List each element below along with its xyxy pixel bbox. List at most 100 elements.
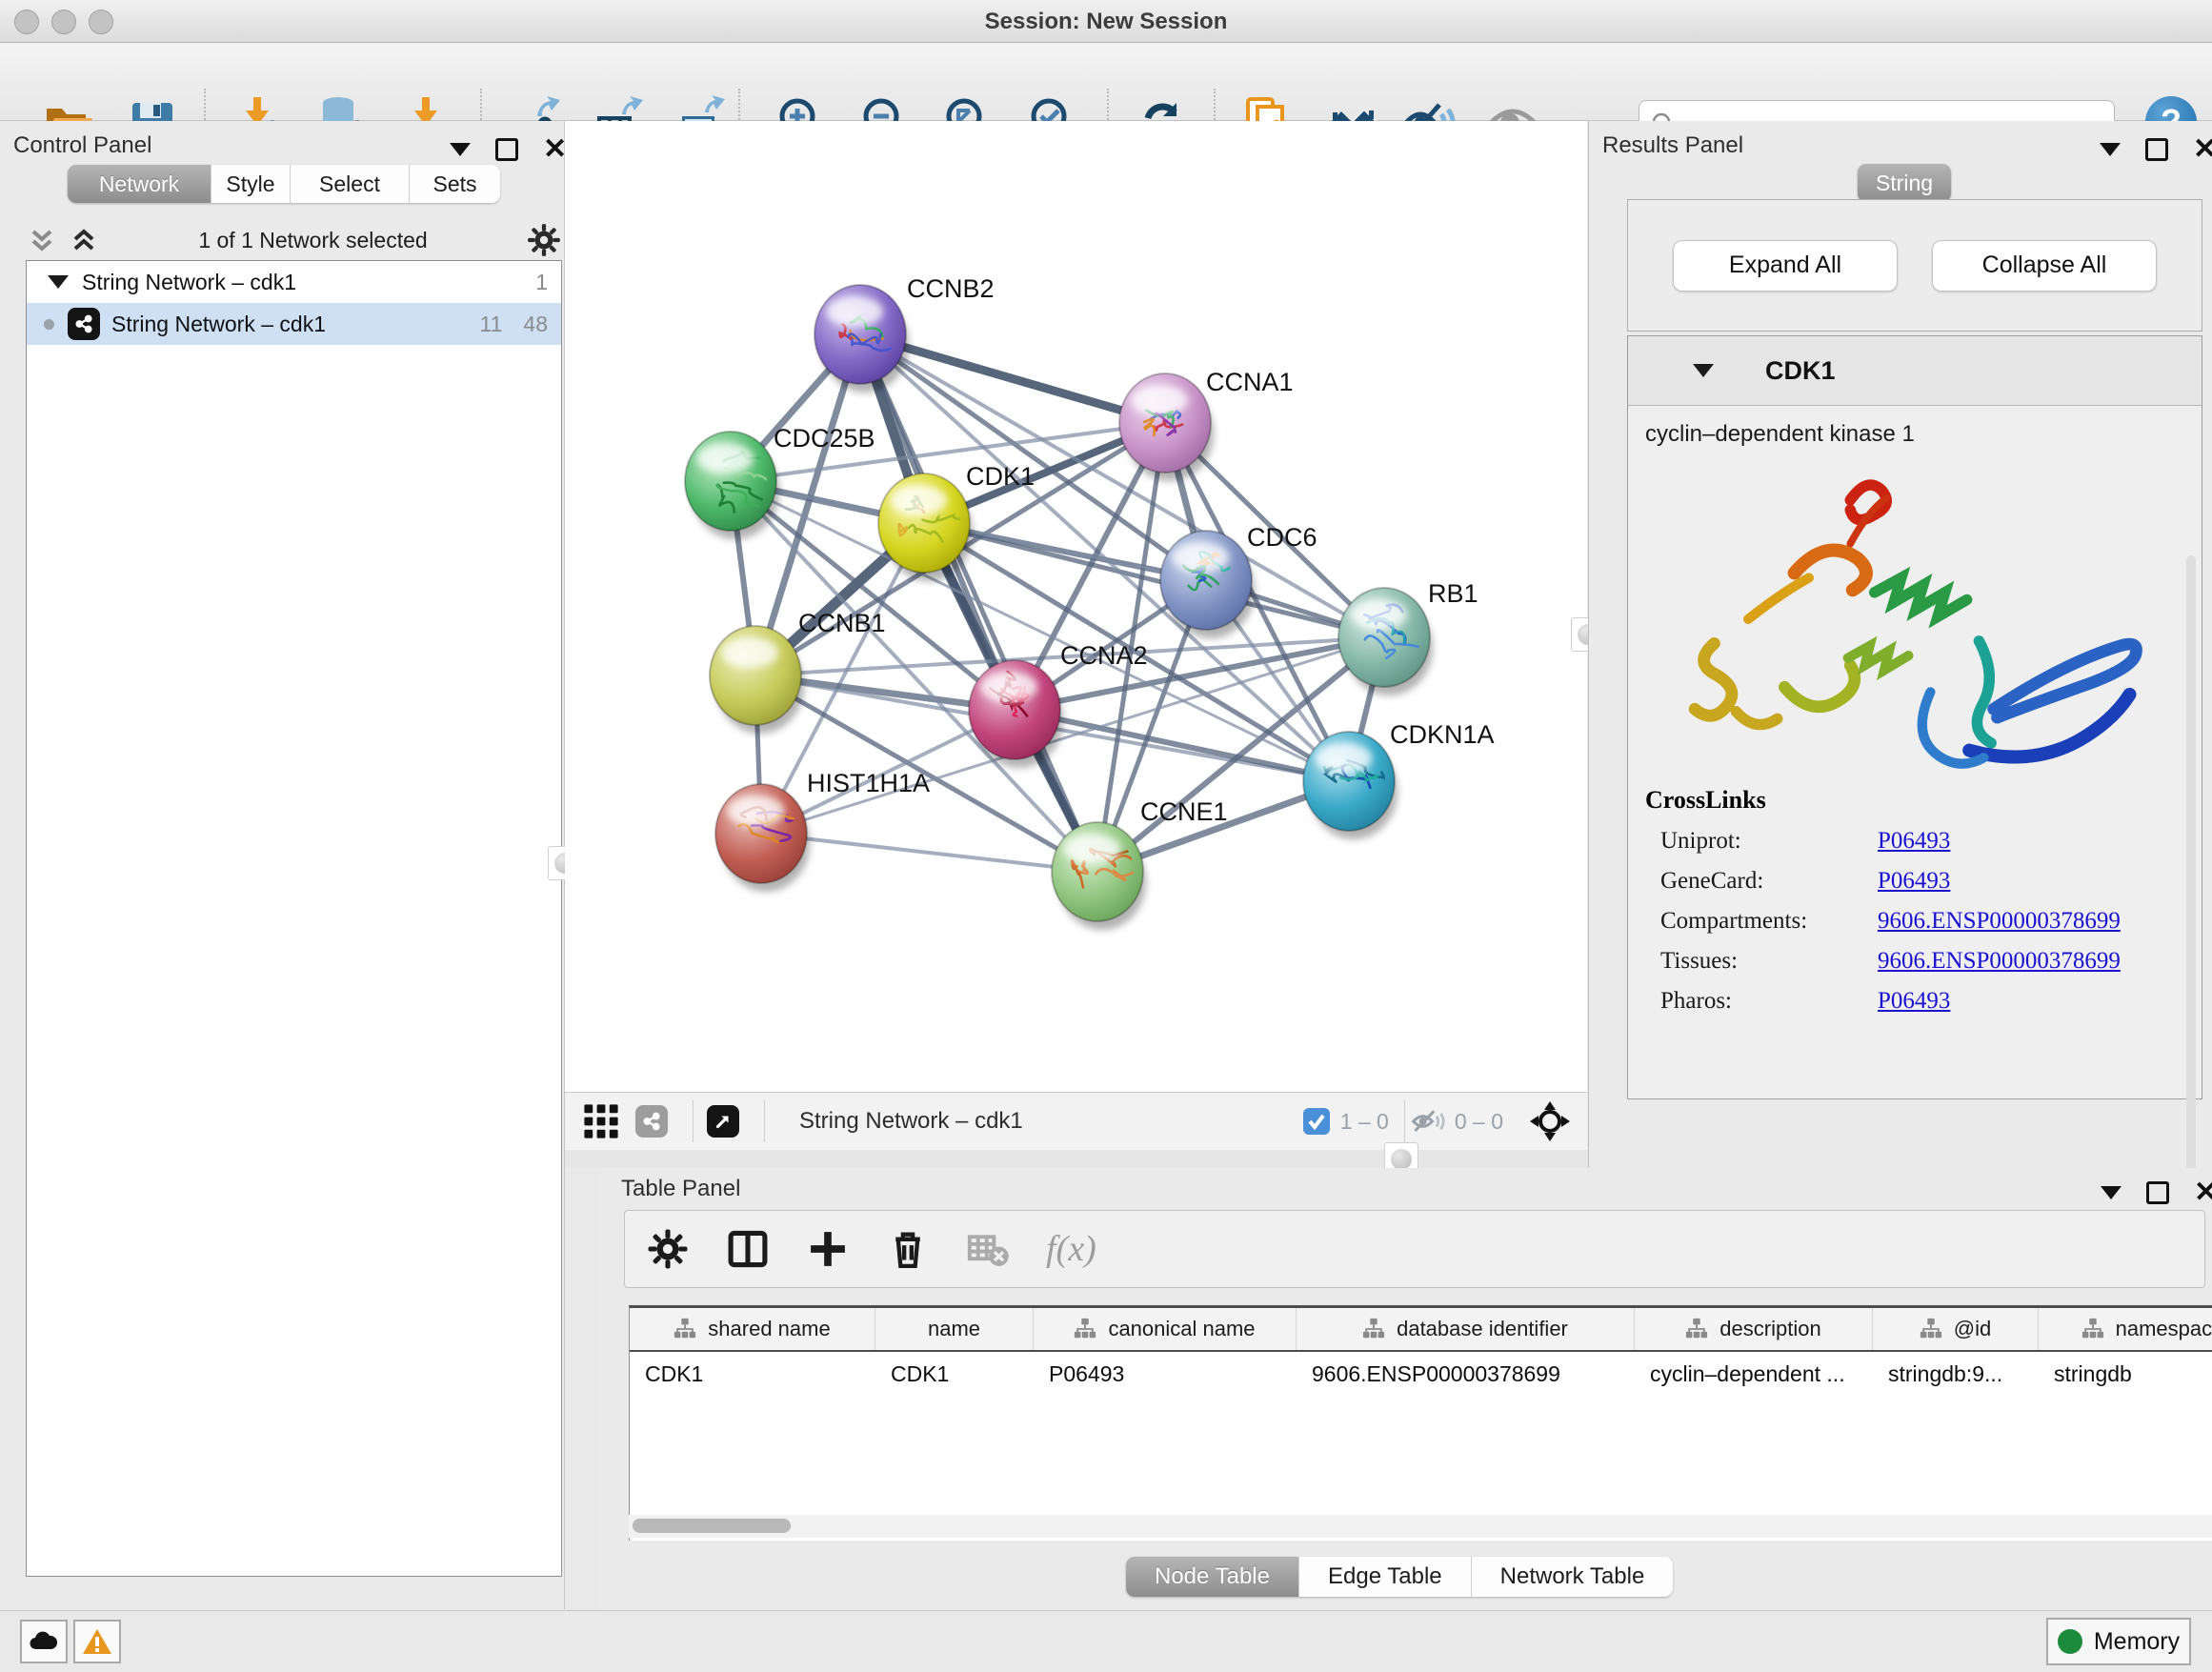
expand-all-button[interactable]: Expand All	[1673, 240, 1898, 292]
panel-close-icon[interactable]: ✕	[2194, 1183, 2212, 1202]
panel-collapse-icon[interactable]	[2100, 143, 2121, 156]
show-columns-icon[interactable]	[726, 1227, 770, 1271]
table-horizontal-scrollbar[interactable]	[629, 1515, 2212, 1538]
tab-sets[interactable]: Sets	[410, 165, 500, 203]
panel-close-icon[interactable]: ✕	[2193, 140, 2212, 159]
expand-all-networks-icon[interactable]	[26, 224, 58, 256]
memory-label: Memory	[2094, 1628, 2180, 1656]
crosslink-link[interactable]: 9606.ENSP00000378699	[1878, 908, 2121, 935]
crosslink-row: Tissues:9606.ENSP00000378699	[1645, 948, 2179, 975]
edge-CCNE1-HIST1H1A[interactable]	[761, 834, 1097, 872]
gene-card-header[interactable]: CDK1	[1628, 336, 2202, 406]
column-header-namespace[interactable]: namespace	[2039, 1308, 2212, 1350]
network-options-gear-icon[interactable]	[526, 222, 562, 258]
table-header-row: shared namenamecanonical namedatabase id…	[630, 1308, 2212, 1352]
column-header-shared-name[interactable]: shared name	[630, 1308, 875, 1350]
node-CDK1[interactable]	[878, 473, 973, 581]
column-header-database-identifier[interactable]: database identifier	[1297, 1308, 1635, 1350]
scrollbar-thumb[interactable]	[633, 1519, 791, 1533]
network-collection-row[interactable]: String Network – cdk1 1	[27, 261, 561, 303]
table-cell[interactable]: CDK1	[630, 1361, 875, 1387]
delete-table-icon	[966, 1227, 1010, 1271]
protein-structure-image	[1668, 449, 2154, 777]
tab-string[interactable]: String	[1858, 164, 1951, 202]
node-count: 11	[480, 312, 503, 337]
crosslink-row: GeneCard:P06493	[1645, 868, 2179, 895]
panel-float-icon[interactable]	[495, 138, 518, 161]
collection-count: 1	[535, 270, 548, 295]
column-label: @id	[1954, 1317, 1991, 1341]
network-column-icon	[674, 1318, 696, 1340]
node-table: shared namenamecanonical namedatabase id…	[629, 1305, 2212, 1541]
open-in-window-icon[interactable]	[707, 1105, 739, 1138]
node-CDC25B[interactable]	[685, 432, 779, 539]
table-tabs: Node Table Edge Table Network Table	[1126, 1557, 1673, 1597]
disclosure-triangle-icon[interactable]	[1693, 364, 1714, 377]
cloud-status-button[interactable]	[20, 1620, 68, 1663]
collapse-all-networks-icon[interactable]	[68, 224, 100, 256]
network-row[interactable]: String Network – cdk1 11 48	[27, 303, 561, 345]
table-cell[interactable]: stringdb	[2039, 1361, 2212, 1387]
hidden-elements-eye-icon[interactable]	[1411, 1107, 1445, 1136]
edge-CCNA2-CDKN1A[interactable]	[1015, 710, 1349, 781]
tab-select[interactable]: Select	[291, 165, 410, 203]
gene-symbol: CDK1	[1765, 356, 1836, 386]
selected-nodes-checkbox-icon[interactable]	[1302, 1107, 1331, 1136]
panel-collapse-icon[interactable]	[450, 143, 471, 156]
pan-crosshair-icon[interactable]	[1528, 1099, 1572, 1143]
node-label-CDKN1A: CDKN1A	[1390, 720, 1495, 749]
column-header-name[interactable]: name	[875, 1308, 1034, 1350]
horizontal-splitter[interactable]	[565, 1150, 1587, 1168]
tab-style[interactable]: Style	[211, 165, 291, 203]
add-column-icon[interactable]	[806, 1227, 850, 1271]
table-cell[interactable]: 9606.ENSP00000378699	[1297, 1361, 1635, 1387]
delete-column-icon[interactable]	[886, 1227, 930, 1271]
node-RB1[interactable]	[1338, 588, 1433, 695]
tab-network[interactable]: Network	[68, 165, 211, 203]
node-label-CCNB1: CCNB1	[798, 609, 886, 637]
panel-collapse-icon[interactable]	[2101, 1186, 2122, 1199]
network-tree: String Network – cdk1 1 String Network –…	[26, 260, 562, 1577]
network-canvas[interactable]: CCNB2CCNA1CDC25BCDK1CDC6RB1CCNB1CCNA2CDK…	[565, 121, 1587, 1092]
crosslink-link[interactable]: P06493	[1878, 868, 1950, 895]
node-CCNE1[interactable]	[1052, 822, 1146, 930]
collapse-all-button[interactable]: Collapse All	[1932, 240, 2157, 292]
warning-icon	[82, 1628, 112, 1655]
tab-node-table[interactable]: Node Table	[1126, 1557, 1299, 1597]
node-CDKN1A[interactable]	[1303, 732, 1398, 839]
table-options-gear-icon[interactable]	[646, 1227, 690, 1271]
collection-label: String Network – cdk1	[82, 270, 296, 295]
tab-edge-table[interactable]: Edge Table	[1299, 1557, 1472, 1597]
table-cell[interactable]: P06493	[1034, 1361, 1297, 1387]
node-CCNA1[interactable]	[1119, 373, 1214, 481]
column-label: description	[1719, 1317, 1820, 1341]
warnings-button[interactable]	[73, 1620, 121, 1663]
crosslink-link[interactable]: P06493	[1878, 828, 1950, 855]
node-CCNB2[interactable]	[814, 285, 909, 393]
node-CCNB1[interactable]	[710, 626, 804, 734]
node-label-HIST1H1A: HIST1H1A	[807, 769, 930, 797]
birds-eye-view-icon[interactable]	[580, 1100, 622, 1142]
node-label-CDC6: CDC6	[1247, 523, 1317, 552]
column-header-canonical-name[interactable]: canonical name	[1034, 1308, 1297, 1350]
table-cell[interactable]: CDK1	[875, 1361, 1034, 1387]
node-HIST1H1A[interactable]	[715, 784, 810, 892]
network-graph[interactable]: CCNB2CCNA1CDC25BCDK1CDC6RB1CCNB1CCNA2CDK…	[565, 121, 1587, 1092]
tab-network-table[interactable]: Network Table	[1472, 1557, 1674, 1597]
network-column-icon	[1685, 1318, 1708, 1340]
crosslink-link[interactable]: 9606.ENSP00000378699	[1878, 948, 2121, 975]
table-cell[interactable]: cyclin–dependent ...	[1635, 1361, 1873, 1387]
disclosure-triangle-icon[interactable]	[48, 275, 69, 289]
status-bar: Memory	[0, 1610, 2212, 1672]
column-header--id[interactable]: @id	[1873, 1308, 2039, 1350]
memory-button[interactable]: Memory	[2046, 1618, 2191, 1665]
table-row[interactable]: CDK1CDK1P064939606.ENSP00000378699cyclin…	[630, 1352, 2212, 1396]
column-header-description[interactable]: description	[1635, 1308, 1873, 1350]
panel-float-icon[interactable]	[2145, 138, 2168, 161]
table-cell[interactable]: stringdb:9...	[1873, 1361, 2039, 1387]
panel-float-icon[interactable]	[2146, 1181, 2169, 1204]
node-label-CCNA2: CCNA2	[1060, 641, 1148, 670]
table-panel: Table Panel ✕ f(x) shared namenamecanoni…	[600, 1168, 2212, 1610]
string-app-icon	[68, 308, 100, 340]
crosslink-link[interactable]: P06493	[1878, 988, 1950, 1015]
